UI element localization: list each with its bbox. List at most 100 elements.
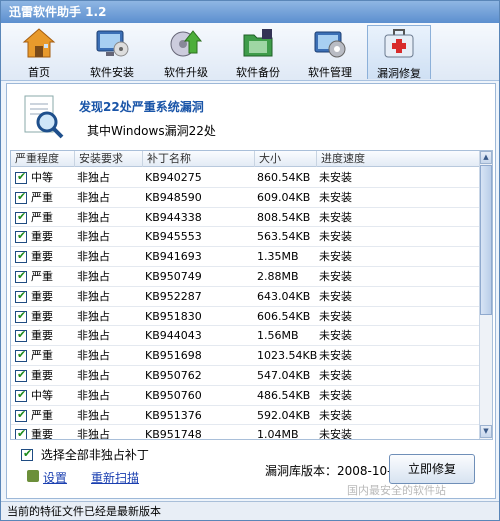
select-all-nonexclusive[interactable]: 选择全部非独占补丁 [21, 446, 149, 463]
severity-cell: 严重 [31, 269, 53, 283]
status-cell: 未安装 [319, 368, 352, 382]
table-row[interactable]: 重要 非独占 KB952287 643.04KB 未安装 [11, 287, 481, 307]
row-checkbox[interactable] [15, 408, 27, 422]
patch-name-cell: KB941693 [145, 250, 202, 264]
table-scrollbar[interactable]: ▲ ▼ [479, 151, 492, 439]
home-icon [22, 27, 56, 59]
size-cell: 1.35MB [257, 250, 299, 264]
watermark-text: 国内最安全的软件站 [347, 484, 446, 497]
patch-name-cell: KB952287 [145, 289, 202, 303]
table-row[interactable]: 严重 非独占 KB951698 1023.54KB未安装 [11, 346, 481, 366]
size-cell: 643.04KB [257, 289, 311, 303]
scroll-down-button[interactable]: ▼ [480, 425, 492, 438]
row-checkbox[interactable] [15, 269, 27, 283]
row-checkbox[interactable] [15, 427, 27, 439]
col-size[interactable]: 大小 [255, 151, 317, 167]
tab-install-label: 软件安装 [90, 66, 134, 79]
table-body: 中等非独占KB940275860.54KB未安装严重非独占KB948590609… [11, 168, 481, 440]
status-cell: 未安装 [319, 289, 352, 303]
manage-gear-icon [313, 27, 347, 59]
fix-now-button[interactable]: 立即修复 [389, 454, 475, 484]
size-cell: 563.54KB [257, 230, 311, 244]
table-row[interactable]: 严重 非独占 KB950749 2.88MB 未安装 [11, 267, 481, 287]
requirement-cell: 非独占 [77, 269, 110, 283]
tab-home[interactable]: 首页 [9, 25, 69, 79]
app-window: 迅雷软件助手 1.2 首页 软件安装 软件升级 软件备份 软件管理 漏洞修复 发… [0, 0, 500, 521]
patch-name-cell: KB951748 [145, 428, 202, 440]
status-cell: 未安装 [319, 428, 352, 440]
severity-cell: 严重 [31, 349, 53, 363]
row-checkbox[interactable] [15, 249, 27, 264]
row-checkbox[interactable] [15, 388, 27, 402]
severity-cell: 重要 [31, 289, 53, 303]
requirement-cell: 非独占 [77, 171, 110, 184]
row-checkbox[interactable] [15, 229, 27, 244]
table-row[interactable]: 重要 非独占 KB951748 1.04MB 未安装 [11, 425, 481, 440]
tab-manage[interactable]: 软件管理 [297, 25, 363, 79]
scroll-thumb[interactable] [480, 165, 492, 315]
patch-name-cell: KB951698 [145, 349, 202, 363]
col-requirement[interactable]: 安装要求 [75, 151, 143, 167]
row-checkbox[interactable] [15, 289, 27, 303]
requirement-cell: 非独占 [77, 309, 110, 323]
table-row[interactable]: 重要 非独占 KB941693 1.35MB 未安装 [11, 247, 481, 267]
requirement-cell: 非独占 [77, 368, 110, 382]
library-version: 漏洞库版本：2008-10-6 [265, 464, 400, 478]
tab-backup[interactable]: 软件备份 [225, 25, 291, 79]
tab-vuln-fix[interactable]: 漏洞修复 [367, 25, 431, 80]
table-row[interactable]: 严重 非独占 KB944338 808.54KB 未安装 [11, 208, 481, 228]
requirement-cell: 非独占 [77, 289, 110, 303]
row-checkbox[interactable] [15, 190, 27, 204]
settings-link[interactable]: 设置 [43, 469, 67, 486]
row-checkbox[interactable] [15, 210, 27, 224]
size-cell: 860.54KB [257, 171, 311, 184]
row-checkbox[interactable] [15, 328, 27, 343]
select-all-label: 选择全部非独占补丁 [40, 448, 149, 462]
footer-panel: 选择全部非独占补丁 设置 重新扫描 漏洞库版本：2008-10-6 立即修复 国… [7, 442, 495, 498]
patch-name-cell: KB944338 [145, 210, 202, 224]
patch-name-cell: KB948590 [145, 190, 202, 204]
tab-install[interactable]: 软件安装 [79, 25, 145, 79]
scan-summary: 发现22处严重系统漏洞 其中Windows漏洞22处 [7, 84, 495, 148]
severity-cell: 中等 [31, 171, 53, 184]
tab-upgrade-label: 软件升级 [164, 66, 208, 79]
status-bar: 当前的特征文件已经是最新版本 [1, 501, 499, 520]
status-cell: 未安装 [319, 210, 352, 224]
tab-upgrade[interactable]: 软件升级 [153, 25, 219, 79]
status-cell: 未安装 [319, 269, 352, 283]
size-cell: 1.56MB [257, 329, 299, 343]
row-checkbox[interactable] [15, 170, 27, 184]
size-cell: 1.04MB [257, 428, 299, 440]
col-patch-name[interactable]: 补丁名称 [143, 151, 255, 167]
rescan-link[interactable]: 重新扫描 [91, 469, 139, 486]
table-row[interactable]: 重要 非独占 KB950762 547.04KB 未安装 [11, 366, 481, 386]
patch-name-cell: KB940275 [145, 171, 202, 184]
status-cell: 未安装 [319, 388, 352, 402]
col-severity[interactable]: 严重程度 [11, 151, 75, 167]
row-checkbox[interactable] [15, 348, 27, 363]
col-progress[interactable]: 进度速度 [317, 151, 481, 167]
size-cell: 547.04KB [257, 368, 311, 382]
severity-cell: 严重 [31, 190, 53, 204]
table-row[interactable]: 严重 非独占 KB948590 609.04KB 未安装 [11, 188, 481, 208]
table-row[interactable]: 中等 非独占 KB950760 486.54KB 未安装 [11, 386, 481, 406]
row-checkbox[interactable] [15, 309, 27, 323]
scroll-up-button[interactable]: ▲ [480, 151, 492, 164]
table-row[interactable]: 重要 非独占 KB951830 606.54KB 未安装 [11, 307, 481, 327]
patch-name-cell: KB951376 [145, 408, 202, 422]
patch-name-cell: KB950749 [145, 269, 202, 283]
status-cell: 未安装 [319, 190, 352, 204]
table-row[interactable]: 重要 非独占 KB945553 563.54KB 未安装 [11, 227, 481, 248]
requirement-cell: 非独占 [77, 428, 110, 440]
patch-name-cell: KB944043 [145, 329, 202, 343]
table-row[interactable]: 中等 非独占 KB940275 860.54KB 未安装 [11, 168, 481, 188]
patch-name-cell: KB945553 [145, 230, 202, 244]
requirement-cell: 非独占 [77, 349, 110, 363]
table-row[interactable]: 重要 非独占 KB944043 1.56MB 未安装 [11, 326, 481, 347]
size-cell: 486.54KB [257, 388, 311, 402]
table-row[interactable]: 严重 非独占 KB951376 592.04KB 未安装 [11, 406, 481, 426]
row-checkbox[interactable] [15, 368, 27, 382]
size-cell: 606.54KB [257, 309, 311, 323]
scan-result-subtitle: 其中Windows漏洞22处 [87, 124, 216, 138]
select-all-checkbox[interactable] [21, 447, 33, 461]
